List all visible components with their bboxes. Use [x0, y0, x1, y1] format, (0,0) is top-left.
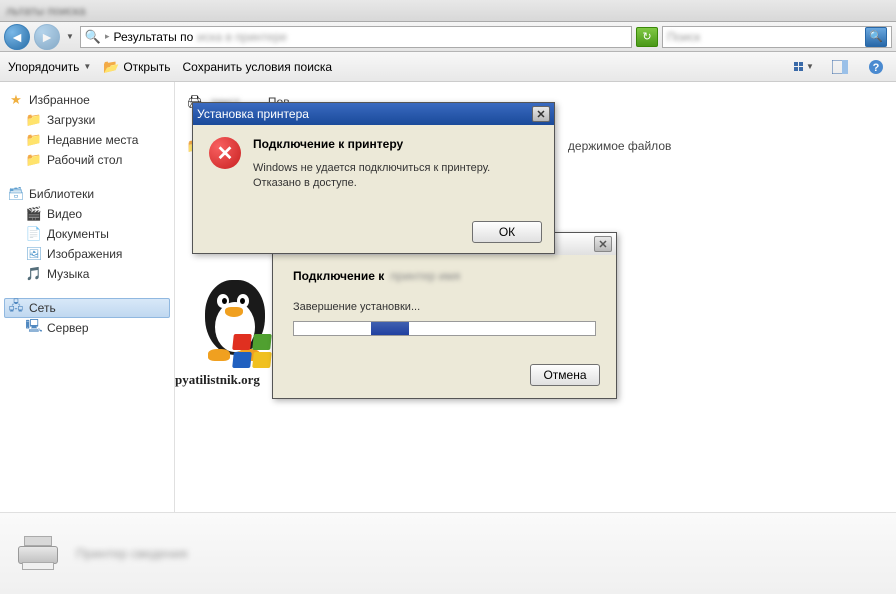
preview-pane-button[interactable]	[828, 56, 852, 78]
organize-label: Упорядочить	[8, 60, 79, 74]
documents-icon: 📄	[26, 226, 42, 242]
chevron-down-icon: ▼	[806, 62, 814, 71]
libraries-label: Библиотеки	[29, 187, 94, 201]
ok-button[interactable]: ОК	[472, 221, 542, 243]
logo-text: pyatilistnik.org	[175, 372, 260, 388]
save-search-button[interactable]: Сохранить условия поиска	[182, 60, 332, 74]
favorites-group: ★ Избранное 📁 Загрузки 📁 Недавние места …	[4, 90, 170, 170]
cancel-label: Отмена	[543, 368, 586, 382]
error-dialog-title: Установка принтера	[197, 107, 309, 121]
connecting-label: Подключение к	[293, 269, 384, 283]
music-icon: 🎵	[26, 266, 42, 282]
nav-history-dropdown[interactable]: ▼	[64, 27, 76, 47]
forward-button[interactable]: ►	[34, 24, 60, 50]
folder-icon: 📁	[26, 152, 42, 168]
sidebar-item-label: Рабочий стол	[47, 153, 122, 167]
close-button[interactable]: ✕	[594, 236, 612, 252]
sidebar-item-blurred[interactable]: 🖳 Сервер	[4, 318, 170, 338]
sidebar-item-pictures[interactable]: 🖼 Изображения	[4, 244, 170, 264]
error-text-line2: Отказано в доступе.	[253, 176, 538, 191]
close-button[interactable]: ✕	[532, 106, 550, 122]
error-icon: ✕	[209, 137, 241, 169]
video-icon: 🎬	[26, 206, 42, 222]
sidebar-item-downloads[interactable]: 📁 Загрузки	[4, 110, 170, 130]
folder-icon: 📁	[26, 132, 42, 148]
save-search-label: Сохранить условия поиска	[182, 60, 332, 74]
pictures-icon: 🖼	[26, 246, 42, 262]
search-box[interactable]: Поиск 🔍	[662, 26, 892, 48]
view-options-button[interactable]: ▼	[792, 56, 816, 78]
progress-dialog: ✕ Подключение к принтер имя Завершение у…	[272, 232, 617, 399]
progress-status: Завершение установки...	[293, 301, 596, 313]
computer-icon: 🖳	[26, 320, 42, 336]
network-icon: 🖧	[8, 300, 24, 316]
progress-bar	[293, 321, 596, 336]
error-text-line1: Windows не удается подключиться к принте…	[253, 161, 538, 176]
sidebar-item-video[interactable]: 🎬 Видео	[4, 204, 170, 224]
sidebar-item-documents[interactable]: 📄 Документы	[4, 224, 170, 244]
error-heading: Подключение к принтеру	[253, 137, 538, 151]
libraries-header[interactable]: 🗃 Библиотеки	[4, 184, 170, 204]
star-icon: ★	[8, 92, 24, 108]
sidebar-item-label-blurred: Сервер	[47, 321, 89, 335]
printer-icon	[14, 534, 62, 574]
window-titlebar: льтаты поиска	[0, 0, 896, 22]
error-dialog-body: ✕ Подключение к принтеру Windows не удае…	[193, 125, 554, 215]
breadcrumb-blurred: иска в принтере	[197, 30, 287, 44]
search-button[interactable]: 🔍	[865, 27, 887, 47]
nav-bar: ◄ ► ▼ 🔍 ▸ Результаты по иска в принтере …	[0, 22, 896, 52]
chevron-down-icon: ▼	[83, 62, 91, 71]
folder-icon: 📁	[26, 112, 42, 128]
sidebar-item-desktop[interactable]: 📁 Рабочий стол	[4, 150, 170, 170]
error-button-row: ОК	[193, 215, 554, 253]
error-dialog: Установка принтера ✕ ✕ Подключение к при…	[192, 102, 555, 254]
refresh-button[interactable]: ↻	[636, 27, 658, 47]
titlebar-text: льтаты поиска	[6, 4, 86, 18]
open-icon: 📂	[103, 59, 119, 75]
organize-button[interactable]: Упорядочить ▼	[8, 60, 91, 74]
connecting-row: Подключение к принтер имя	[293, 269, 596, 283]
toolbar: Упорядочить ▼ 📂 Открыть Сохранить услови…	[0, 52, 896, 82]
help-button[interactable]: ?	[864, 56, 888, 78]
sidebar-item-label: Недавние места	[47, 133, 138, 147]
ok-label: ОК	[499, 225, 515, 239]
error-dialog-titlebar[interactable]: Установка принтера ✕	[193, 103, 554, 125]
breadcrumb-label: Результаты по	[114, 30, 194, 44]
progress-button-row: Отмена	[273, 350, 616, 398]
favorites-label: Избранное	[29, 93, 90, 107]
sidebar: ★ Избранное 📁 Загрузки 📁 Недавние места …	[0, 82, 175, 512]
sidebar-item-label: Документы	[47, 227, 109, 241]
sidebar-item-label: Изображения	[47, 247, 122, 261]
sidebar-item-label: Сеть	[29, 301, 56, 315]
sidebar-item-recent[interactable]: 📁 Недавние места	[4, 130, 170, 150]
sidebar-item-label: Музыка	[47, 267, 89, 281]
details-text-blurred: Принтер сведения	[76, 546, 187, 561]
search-icon: 🔍	[85, 29, 101, 45]
libraries-icon: 🗃	[8, 186, 24, 202]
sidebar-item-network[interactable]: 🖧 Сеть	[4, 298, 170, 318]
open-button[interactable]: 📂 Открыть	[103, 59, 170, 75]
error-message: Подключение к принтеру Windows не удаетс…	[253, 137, 538, 203]
details-pane: Принтер сведения	[0, 512, 896, 594]
svg-text:?: ?	[873, 62, 880, 74]
path-separator-icon: ▸	[105, 31, 110, 42]
cancel-button[interactable]: Отмена	[530, 364, 600, 386]
sidebar-item-music[interactable]: 🎵 Музыка	[4, 264, 170, 284]
connecting-target-blurred: принтер имя	[390, 269, 460, 283]
libraries-group: 🗃 Библиотеки 🎬 Видео 📄 Документы 🖼 Изобр…	[4, 184, 170, 284]
search-placeholder-blurred: Поиск	[667, 30, 700, 44]
sidebar-item-label: Загрузки	[47, 113, 95, 127]
progress-fill	[371, 322, 409, 335]
sidebar-item-label: Видео	[47, 207, 82, 221]
progress-dialog-body: Подключение к принтер имя Завершение уст…	[273, 255, 616, 350]
content-row-suffix: держимое файлов	[568, 139, 671, 153]
back-button[interactable]: ◄	[4, 24, 30, 50]
network-group: 🖧 Сеть 🖳 Сервер	[4, 298, 170, 338]
address-bar[interactable]: 🔍 ▸ Результаты по иска в принтере	[80, 26, 632, 48]
open-label: Открыть	[123, 60, 170, 74]
favorites-header[interactable]: ★ Избранное	[4, 90, 170, 110]
